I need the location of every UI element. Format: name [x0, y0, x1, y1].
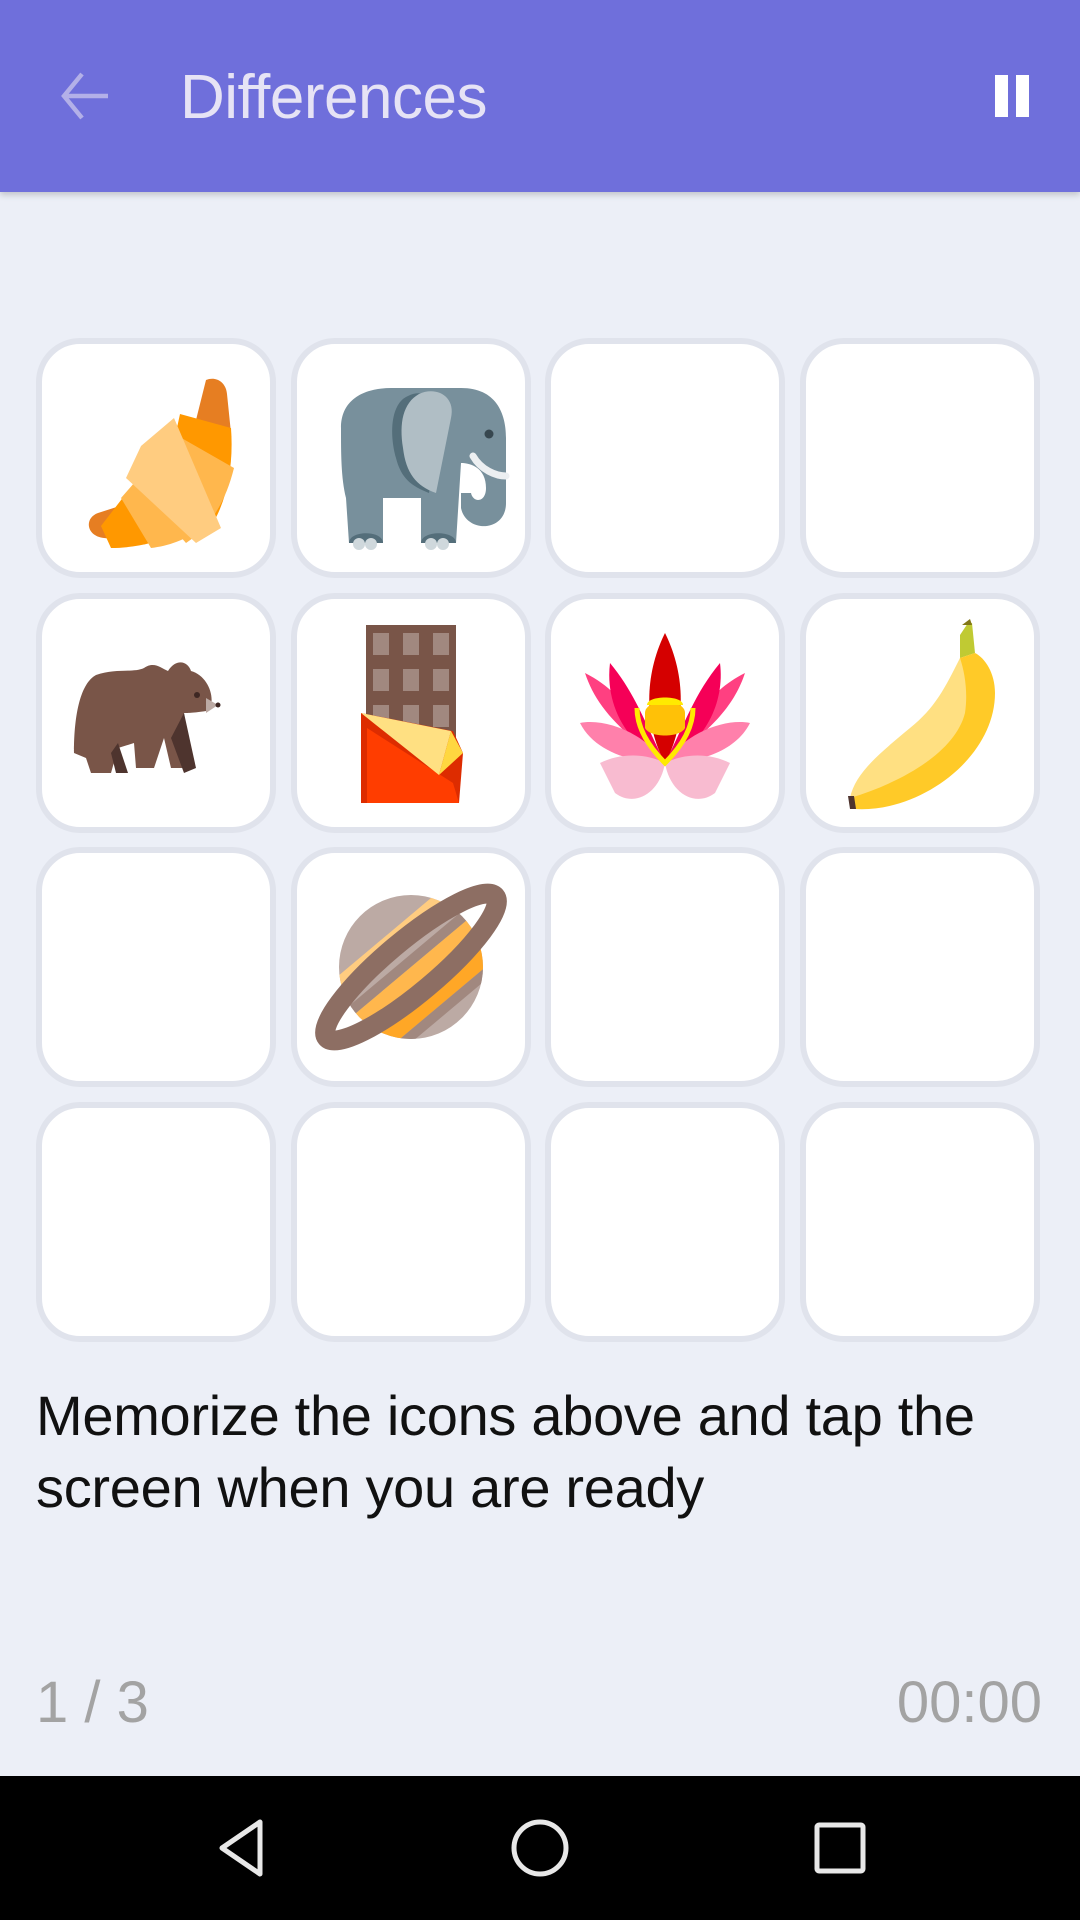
nav-home-icon — [511, 1819, 569, 1877]
nav-recents-icon — [814, 1822, 866, 1874]
tile-4[interactable] — [799, 338, 1040, 578]
nav-back-button[interactable] — [200, 1808, 280, 1888]
tile-16[interactable] — [799, 1101, 1040, 1342]
croissant-icon — [88, 378, 234, 548]
chocolate-bar-icon — [360, 624, 463, 803]
app-bar: Differences — [0, 0, 1080, 192]
page-title: Differences — [180, 63, 487, 132]
nav-home-button[interactable] — [500, 1808, 580, 1888]
memory-grid — [36, 338, 1040, 1342]
tile-9[interactable] — [36, 847, 276, 1087]
tile-3[interactable] — [545, 338, 785, 578]
round-progress: 1 / 3 — [36, 1670, 149, 1735]
lotus-icon — [580, 632, 750, 799]
tile-7[interactable] — [545, 592, 785, 833]
bear-icon — [74, 661, 221, 773]
instruction-text: Memorize the icons above and tap the scr… — [36, 1384, 975, 1519]
tile-11[interactable] — [545, 847, 785, 1087]
elephant-icon — [340, 388, 509, 550]
tile-1[interactable] — [36, 338, 276, 578]
tile-12[interactable] — [799, 847, 1040, 1087]
saturn-icon — [314, 883, 507, 1051]
timer: 00:00 — [896, 1670, 1042, 1735]
tile-6[interactable] — [290, 592, 531, 833]
banana-icon — [847, 618, 995, 809]
system-nav-bar — [0, 1776, 1080, 1920]
tile-14[interactable] — [290, 1101, 531, 1342]
nav-recents-button[interactable] — [800, 1808, 880, 1888]
back-button[interactable] — [44, 56, 124, 136]
pause-button[interactable] — [976, 60, 1048, 132]
tile-2[interactable] — [290, 338, 531, 578]
tile-13[interactable] — [36, 1101, 276, 1342]
tile-15[interactable] — [545, 1101, 785, 1342]
pause-icon — [991, 75, 1033, 117]
tile-5[interactable] — [36, 592, 276, 833]
arrow-left-icon — [61, 72, 108, 120]
tile-10[interactable] — [290, 847, 531, 1087]
nav-back-icon — [219, 1819, 263, 1877]
tile-8[interactable] — [799, 592, 1040, 833]
